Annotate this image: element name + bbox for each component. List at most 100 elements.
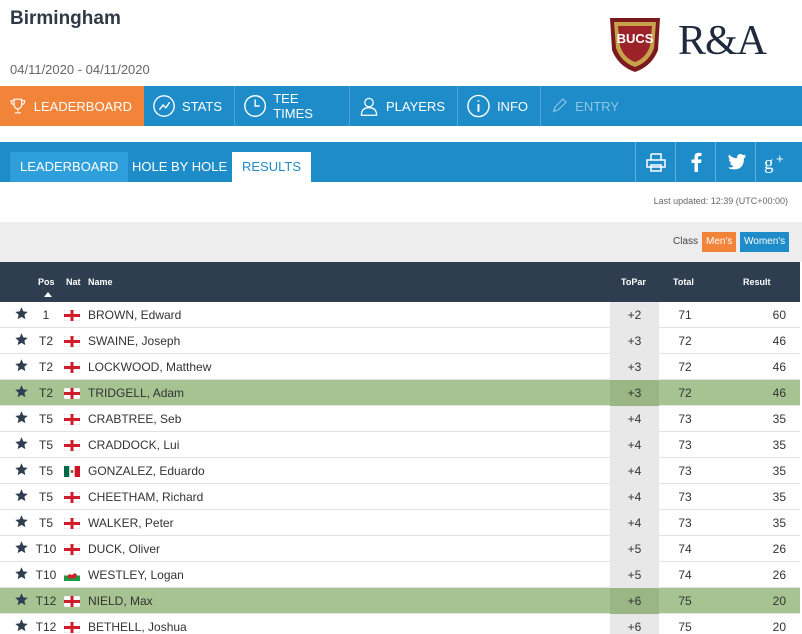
row-name[interactable]: SWAINE, Joseph — [88, 334, 180, 348]
table-row[interactable]: T2 LOCKWOOD, Matthew +3 72 46 — [0, 354, 800, 380]
print-button[interactable] — [635, 142, 675, 182]
nav-leaderboard-label: LEADERBOARD — [33, 98, 132, 114]
print-icon — [645, 153, 666, 172]
row-pos: T5 — [38, 464, 53, 478]
twitter-share-button[interactable] — [715, 142, 755, 182]
row-name[interactable]: NIELD, Max — [88, 594, 153, 608]
england-flag-icon — [63, 491, 81, 504]
favorite-star-icon[interactable] — [14, 488, 29, 503]
nav-players[interactable]: PLAYERS — [350, 86, 458, 126]
row-name[interactable]: DUCK, Oliver — [88, 542, 160, 556]
favorite-star-icon[interactable] — [14, 384, 29, 399]
table-row[interactable]: T5 GONZALEZ, Eduardo +4 73 35 — [0, 458, 800, 484]
row-name[interactable]: TRIDGELL, Adam — [88, 386, 184, 400]
favorite-star-icon[interactable] — [14, 514, 29, 529]
row-total: 74 — [678, 542, 692, 556]
row-total: 71 — [678, 308, 692, 322]
col-result[interactable]: Result — [743, 277, 771, 287]
trophy-icon — [10, 98, 26, 114]
table-row[interactable]: T2 SWAINE, Joseph +3 72 46 — [0, 328, 800, 354]
favorite-star-icon[interactable] — [14, 332, 29, 347]
col-total[interactable]: Total — [673, 277, 694, 287]
tab-hole-by-hole[interactable]: HOLE BY HOLE — [122, 152, 237, 182]
col-pos[interactable]: Pos — [38, 277, 55, 287]
col-topar[interactable]: ToPar — [621, 277, 646, 287]
row-name[interactable]: BETHELL, Joshua — [88, 620, 187, 634]
nav-tee-times[interactable]: TEE TIMES — [235, 86, 350, 126]
favorite-star-icon[interactable] — [14, 462, 29, 477]
tab-results[interactable]: RESULTS — [232, 152, 311, 182]
row-result: 26 — [772, 568, 786, 582]
england-flag-icon — [63, 335, 81, 348]
row-pos: T5 — [38, 516, 53, 530]
event-header: Birmingham 04/11/2020 - 04/11/2020 BUCS … — [0, 0, 802, 86]
table-row[interactable]: T2 TRIDGELL, Adam +3 72 46 — [0, 380, 800, 406]
player-icon — [360, 97, 378, 116]
favorite-star-icon[interactable] — [14, 592, 29, 607]
row-pos: T5 — [38, 412, 53, 426]
row-total: 73 — [678, 438, 692, 452]
row-name[interactable]: CRADDOCK, Lui — [88, 438, 179, 452]
favorite-star-icon[interactable] — [14, 306, 29, 321]
twitter-icon — [727, 154, 746, 170]
england-flag-icon — [63, 387, 81, 400]
facebook-share-button[interactable] — [675, 142, 715, 182]
england-flag-icon — [63, 517, 81, 530]
class-men-button[interactable]: Men's — [702, 232, 737, 252]
row-result: 35 — [772, 516, 786, 530]
row-total: 73 — [678, 412, 692, 426]
nav-info-label: INFO — [496, 98, 528, 114]
row-topar: +5 — [610, 536, 659, 562]
row-result: 46 — [772, 386, 786, 400]
row-name[interactable]: LOCKWOOD, Matthew — [88, 360, 211, 374]
google-plus-share-button[interactable]: g + — [755, 142, 795, 182]
table-row[interactable]: T10 DUCK, Oliver +5 74 26 — [0, 536, 800, 562]
row-name[interactable]: BROWN, Edward — [88, 308, 181, 322]
row-name[interactable]: GONZALEZ, Eduardo — [88, 464, 205, 478]
row-pos: T5 — [38, 438, 53, 452]
table-row[interactable]: 1 BROWN, Edward +2 71 60 — [0, 302, 800, 328]
row-pos: 1 — [42, 308, 50, 322]
row-result: 26 — [772, 542, 786, 556]
row-result: 46 — [772, 360, 786, 374]
row-total: 74 — [678, 568, 692, 582]
table-row[interactable]: T5 CHEETHAM, Richard +4 73 35 — [0, 484, 800, 510]
favorite-star-icon[interactable] — [14, 436, 29, 451]
row-name[interactable]: CHEETHAM, Richard — [88, 490, 203, 504]
bucs-logo: BUCS — [602, 10, 668, 79]
row-name[interactable]: WALKER, Peter — [88, 516, 174, 530]
table-row[interactable]: T10 WESTLEY, Logan +5 74 26 — [0, 562, 800, 588]
tab-leaderboard[interactable]: LEADERBOARD — [10, 152, 129, 182]
favorite-star-icon[interactable] — [14, 566, 29, 581]
favorite-star-icon[interactable] — [14, 358, 29, 373]
england-flag-icon — [63, 361, 81, 374]
col-name[interactable]: Name — [88, 277, 113, 287]
row-topar: +5 — [610, 562, 659, 588]
table-row[interactable]: T5 CRADDOCK, Lui +4 73 35 — [0, 432, 800, 458]
row-name[interactable]: WESTLEY, Logan — [88, 568, 184, 582]
row-result: 35 — [772, 490, 786, 504]
class-filter: Class Men's Women's — [0, 222, 802, 262]
table-row[interactable]: T5 WALKER, Peter +4 73 35 — [0, 510, 800, 536]
favorite-star-icon[interactable] — [14, 410, 29, 425]
mexico-flag-icon — [64, 466, 80, 477]
nav-entry: ENTRY — [541, 86, 631, 126]
favorite-star-icon[interactable] — [14, 540, 29, 555]
favorite-star-icon[interactable] — [14, 618, 29, 633]
row-pos: T10 — [35, 542, 57, 556]
row-result: 20 — [772, 594, 786, 608]
class-women-button[interactable]: Women's — [740, 232, 790, 252]
nav-stats[interactable]: STATS — [144, 86, 235, 126]
nav-leaderboard[interactable]: LEADERBOARD — [0, 86, 144, 126]
row-result: 35 — [772, 464, 786, 478]
row-topar: +2 — [610, 302, 659, 328]
nav-info[interactable]: INFO — [458, 86, 541, 126]
table-row[interactable]: T5 CRABTREE, Seb +4 73 35 — [0, 406, 800, 432]
row-total: 75 — [678, 594, 692, 608]
table-row[interactable]: T12 NIELD, Max +6 75 20 — [0, 588, 800, 614]
col-nat[interactable]: Nat — [66, 277, 81, 287]
row-pos: T2 — [38, 334, 53, 348]
row-name[interactable]: CRABTREE, Seb — [88, 412, 181, 426]
table-row[interactable]: T12 BETHELL, Joshua +6 75 20 — [0, 614, 800, 634]
england-flag-icon — [63, 439, 81, 452]
